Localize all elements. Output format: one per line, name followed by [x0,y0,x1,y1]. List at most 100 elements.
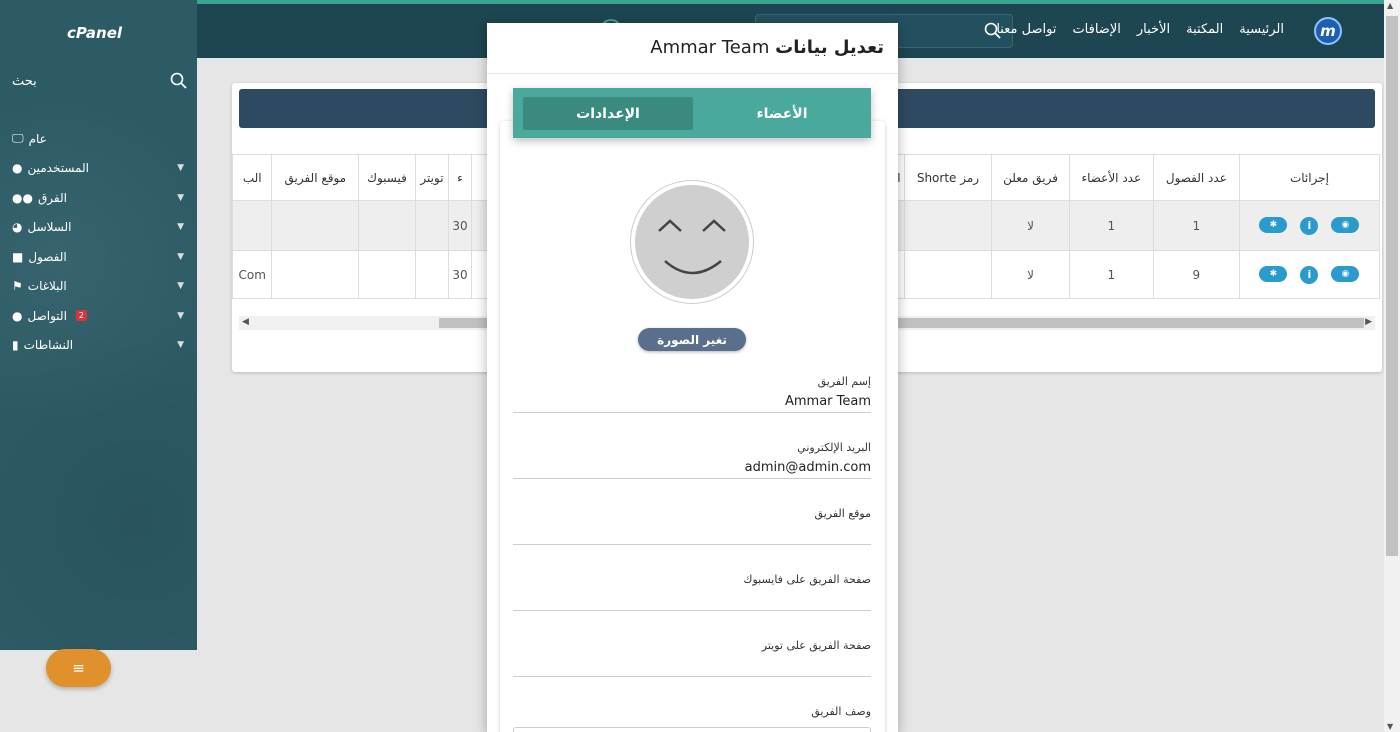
chevron-down-icon: ▼ [177,340,184,351]
table-cell [358,250,416,299]
sidebar-item-series[interactable]: ◕ السلاسل ▼ [12,213,184,243]
change-photo-button[interactable]: تغير الصورة [638,328,746,351]
chevron-down-icon: ▼ [177,251,184,262]
hamburger-icon: ≡ [72,659,85,677]
user-icon: ● [12,161,23,176]
edit-team-modal: تعديل بيانات Ammar Team الإعدادات الأعضا… [487,23,898,732]
modal-title-team: Ammar Team [650,37,770,58]
chevron-down-icon: ▼ [177,192,184,203]
description-field: وصف الفريق [513,705,871,718]
tab-members[interactable]: الأعضاء [693,97,871,130]
scroll-down-icon[interactable]: ▼ [1387,722,1393,731]
sidebar-item-teams[interactable]: ●● الفرق ▼ [12,183,184,213]
column-header: عدد الفصول [1152,154,1240,201]
field-label: موقع الفريق [814,507,871,520]
monitor-icon: 🖵 [12,131,24,146]
page-scrollbar-thumb[interactable] [1386,16,1398,556]
search-icon[interactable] [170,72,188,93]
sidebar-item-general[interactable]: 🖵 عام [12,124,184,154]
smiley-icon [658,219,726,275]
sidebar-menu: 🖵 عام ● المستخدمين ▼ ●● الفرق ▼ ◕ السلاسل ▼ … [12,124,184,360]
nav-news[interactable]: الأخبار [1137,22,1170,37]
tab-settings[interactable]: الإعدادات [523,97,693,130]
sidebar-item-contact[interactable]: ● التواصل 2 ▼ [12,301,184,331]
table-cell: 30 [448,200,472,251]
modal-tabs: الإعدادات الأعضاء [513,88,871,138]
modal-title: تعديل بيانات Ammar Team [650,37,884,58]
chevron-down-icon: ▼ [177,281,184,292]
nav-contact[interactable]: تواصل معنا [996,22,1056,37]
flag-icon: ⚑ [12,279,23,294]
table-cell [271,250,360,299]
settings-icon[interactable]: ✱ [1259,265,1288,282]
description-textarea[interactable] [513,727,871,732]
scroll-left-icon[interactable]: ◀ [242,317,249,327]
modal-divider [487,73,898,74]
settings-icon[interactable]: ✱ [1259,216,1288,233]
menu-toggle-button[interactable]: ≡ [46,649,111,687]
sidebar-search[interactable]: بحث [12,72,190,94]
info-icon[interactable]: i [1300,265,1319,284]
column-header: موقع الفريق [271,154,360,201]
twitter-field[interactable]: صفحة الفريق على تويتر [513,639,871,677]
column-header: الب [231,154,273,201]
sidebar-item-activities[interactable]: ▮ النشاطات ▼ [12,331,184,361]
bookmark-icon: ▮ [12,338,19,353]
scroll-right-icon[interactable]: ▶ [1365,317,1372,327]
mask-icon: ◕ [12,220,23,235]
table-cell [903,200,993,251]
sidebar-item-label: النشاطات [23,338,74,353]
page-scrollbar[interactable]: ▲ ▼ [1384,0,1400,732]
table-cell: لا [991,250,1070,299]
website-field[interactable]: موقع الفريق [513,507,871,545]
nav-home[interactable]: الرئيسية [1239,22,1284,37]
field-label: صفحة الفريق على فايسبوك [743,573,871,586]
column-header: إجرائات [1238,154,1381,201]
field-value[interactable]: Ammar Team [513,394,871,412]
table-cell: 1 [1068,200,1154,251]
chevron-down-icon: ▼ [177,222,184,233]
site-logo[interactable]: m [1314,17,1342,45]
column-header: ء [448,154,472,201]
table-cell [231,200,273,251]
table-cell: 1 [1152,200,1240,251]
book-icon: ■ [12,249,24,264]
eye-icon[interactable]: ◉ [1331,265,1360,282]
email-field[interactable]: البريد الإلكتروني admin@admin.com [513,441,871,479]
facebook-field[interactable]: صفحة الفريق على فايسبوك [513,573,871,611]
field-value[interactable] [513,658,871,676]
table-cell [414,250,450,299]
field-label: إسم الفريق [817,375,871,388]
team-avatar [631,181,753,303]
sidebar-item-label: التواصل [27,308,67,323]
cpanel-logo[interactable]: cPanel [67,24,122,42]
sidebar-item-users[interactable]: ● المستخدمين ▼ [12,154,184,184]
scroll-up-icon[interactable]: ▲ [1387,1,1393,10]
notification-badge: 2 [75,310,87,322]
table-cell: 30 [448,250,472,299]
nav-library[interactable]: المكتبة [1186,22,1223,37]
nav-additions[interactable]: الإضافات [1072,22,1120,37]
column-header: Shorte رمز [903,154,993,201]
field-label: وصف الفريق [811,705,871,718]
table-cell [271,200,360,251]
eye-icon[interactable]: ◉ [1331,216,1360,233]
table-cell [903,250,993,299]
field-value[interactable]: admin@admin.com [513,460,871,478]
sidebar-item-chapters[interactable]: ■ الفصول ▼ [12,242,184,272]
table-cell: لا [991,200,1070,251]
comments-icon: ● [12,308,23,323]
field-value[interactable] [513,526,871,544]
column-header: عدد الأعضاء [1068,154,1154,201]
column-header: فريق معلن [991,154,1070,201]
column-header: تويتر [414,154,450,201]
sidebar-item-reports[interactable]: ⚑ البلاغات ▼ [12,272,184,302]
info-icon[interactable]: i [1300,216,1319,235]
sidebar-item-label: عام [28,131,47,146]
modal-title-prefix: تعديل بيانات [775,37,884,58]
table-cell: Com [231,250,273,299]
field-label: البريد الإلكتروني [797,441,871,454]
team-name-field[interactable]: إسم الفريق Ammar Team [513,375,871,413]
chevron-down-icon: ▼ [177,163,184,174]
field-value[interactable] [513,592,871,610]
